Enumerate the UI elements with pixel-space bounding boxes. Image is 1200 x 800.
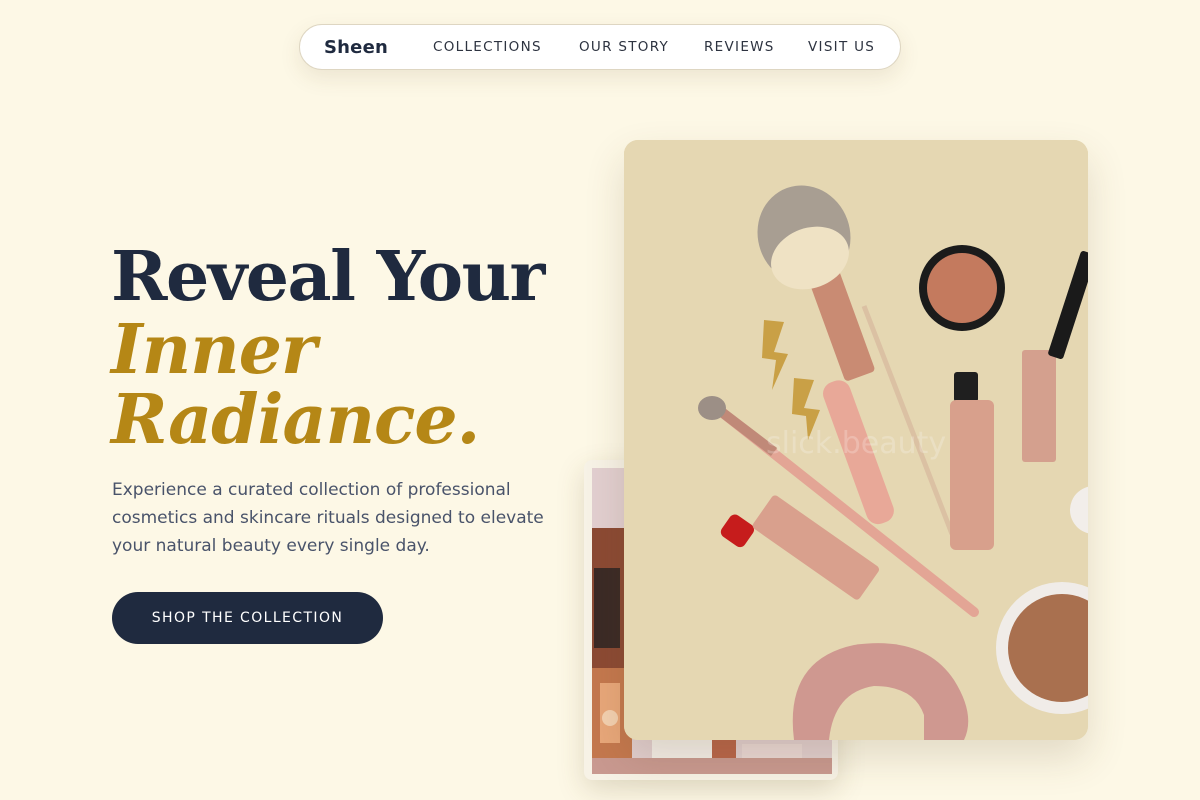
shop-collection-button[interactable]: SHOP THE COLLECTION [112,592,383,644]
nav-link-our-story[interactable]: OUR STORY [579,39,669,55]
hero-title-line-3: Radiance. [111,380,480,460]
hero-title-line-1: Reveal Your [111,237,545,317]
nav-link-reviews[interactable]: REVIEWS [704,39,775,55]
top-nav: Sheen COLLECTIONS OUR STORY REVIEWS VISI… [299,24,901,70]
hero-title-line-2: Inner [111,310,317,390]
nav-link-collections[interactable]: COLLECTIONS [433,39,542,55]
brand-logo[interactable]: Sheen [324,37,388,58]
nav-link-visit-us[interactable]: VISIT US [808,39,875,55]
image-watermark: slick.beauty [766,426,947,461]
bronzer-pot-icon [919,245,1005,331]
page: Sheen COLLECTIONS OUR STORY REVIEWS VISI… [0,0,1200,800]
hero-description: Experience a curated collection of profe… [112,480,544,556]
hero-product-image: slick.beauty [624,140,1088,740]
